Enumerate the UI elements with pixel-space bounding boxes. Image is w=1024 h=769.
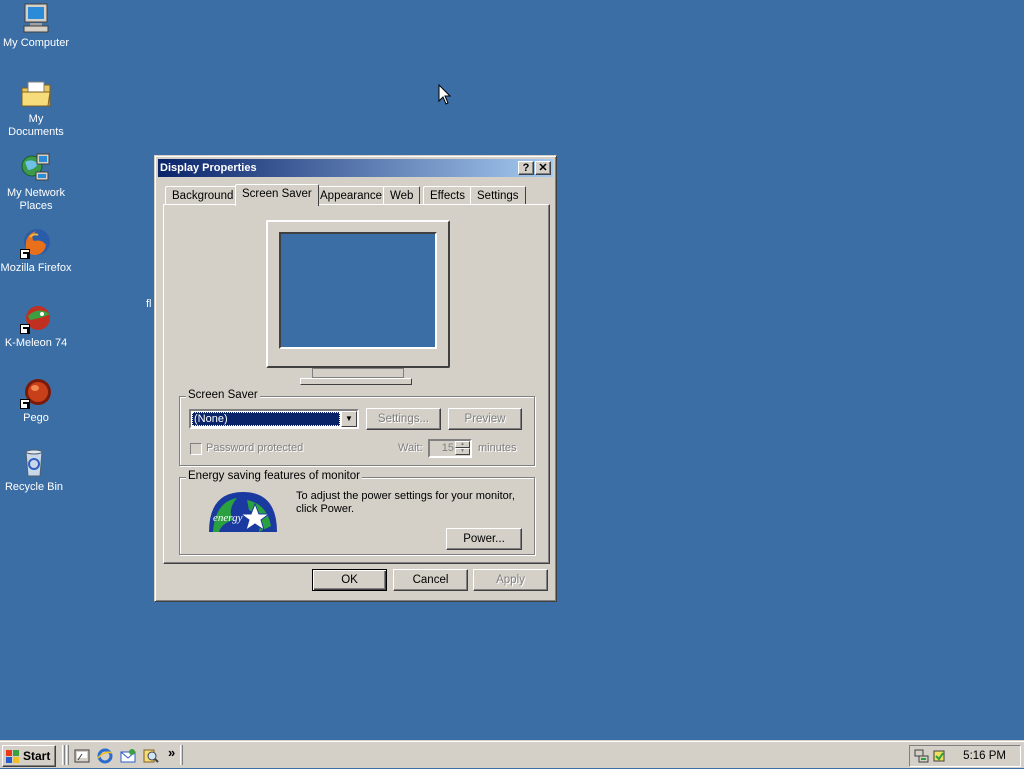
stray-desktop-text: fl xyxy=(146,298,152,310)
wait-minutes-value: 15 xyxy=(441,442,454,454)
firefox-icon xyxy=(20,227,52,259)
minutes-label: minutes xyxy=(478,442,517,454)
power-button[interactable]: Power... xyxy=(446,528,522,550)
monitor-preview-screen xyxy=(279,232,437,349)
desktop-icon-my-computer[interactable]: My Computer xyxy=(0,2,72,50)
taskbar: Start » 5:16 PM xyxy=(0,740,1024,768)
taskbar-grip[interactable] xyxy=(180,745,183,765)
monitor-preview xyxy=(266,220,450,368)
preview-button[interactable]: Preview xyxy=(448,408,522,430)
tab-appearance[interactable]: Appearance xyxy=(313,186,390,205)
mouse-cursor-icon xyxy=(438,83,452,106)
window-title: Display Properties xyxy=(160,162,257,174)
screen-saver-select[interactable]: (None) ▼ xyxy=(189,409,359,429)
desktop-icon-pego[interactable]: Pego xyxy=(0,377,72,425)
windows-logo-icon xyxy=(6,749,20,763)
energy-star-logo-text: energy xyxy=(213,512,243,524)
tab-screen-saver[interactable]: Screen Saver xyxy=(235,184,319,206)
close-button[interactable]: ✕ xyxy=(535,161,551,175)
desktop-icon-label: Pego xyxy=(23,412,49,424)
stepper-arrows[interactable]: ▲ ▼ xyxy=(455,441,470,456)
screen-saver-group-label: Screen Saver xyxy=(186,389,260,401)
k-meleon-icon xyxy=(20,302,52,334)
password-protected-label: Password protected xyxy=(206,442,304,454)
shortcut-arrow-icon xyxy=(20,399,30,409)
taskbar-grip[interactable] xyxy=(66,745,69,765)
desktop-icon-recycle-bin[interactable]: Recycle Bin xyxy=(0,446,70,494)
tab-effects[interactable]: Effects xyxy=(423,186,472,205)
stepper-down-icon[interactable]: ▼ xyxy=(455,448,470,455)
ok-button[interactable]: OK xyxy=(312,569,387,591)
my-documents-icon xyxy=(20,78,52,110)
show-desktop-icon[interactable] xyxy=(74,748,90,764)
shortcut-arrow-icon xyxy=(20,324,30,334)
chevron-down-icon[interactable]: ▼ xyxy=(341,411,357,427)
energy-saving-group: Energy saving features of monitor energy… xyxy=(179,470,535,555)
energy-star-logo: energy xyxy=(207,490,279,534)
tab-web[interactable]: Web xyxy=(383,186,421,205)
desktop-icon-my-network-places[interactable]: My Network Places xyxy=(0,152,72,213)
screen-saver-selected-value: (None) xyxy=(192,412,340,426)
energy-description: To adjust the power settings for your mo… xyxy=(296,490,515,515)
monitor-stand-base xyxy=(300,378,412,385)
energy-saving-group-label: Energy saving features of monitor xyxy=(186,470,362,482)
desktop-icon-label: Mozilla Firefox xyxy=(0,262,72,274)
display-properties-window: Display Properties ? ✕ Background Screen… xyxy=(154,155,557,602)
search-icon[interactable] xyxy=(143,748,159,764)
desktop-icon-label-line2: Places xyxy=(19,200,53,212)
taskbar-grip[interactable] xyxy=(62,745,65,765)
wait-label: Wait: xyxy=(398,442,423,454)
desktop-icon-mozilla-firefox[interactable]: Mozilla Firefox xyxy=(0,227,72,275)
wait-minutes-stepper[interactable]: 15 ▲ ▼ xyxy=(428,439,472,458)
volume-icon[interactable] xyxy=(932,748,948,764)
password-protected-checkbox[interactable] xyxy=(190,443,202,455)
start-button[interactable]: Start xyxy=(2,745,56,767)
window-titlebar[interactable]: Display Properties ? ✕ xyxy=(158,159,553,177)
my-computer-icon xyxy=(20,2,52,34)
monitor-stand-neck xyxy=(312,368,404,378)
apply-button[interactable]: Apply xyxy=(473,569,548,591)
stepper-up-icon[interactable]: ▲ xyxy=(455,441,470,448)
cancel-button[interactable]: Cancel xyxy=(393,569,468,591)
start-label: Start xyxy=(23,749,51,763)
tab-settings[interactable]: Settings xyxy=(470,186,526,205)
screen-saver-group: Screen Saver (None) ▼ Settings... Previe… xyxy=(179,389,535,466)
tab-background[interactable]: Background xyxy=(165,186,241,205)
outlook-express-icon[interactable] xyxy=(120,748,136,764)
desktop-icon-label: My Computer xyxy=(2,37,70,49)
my-network-places-icon xyxy=(20,152,52,184)
desktop-icon-label: K-Meleon 74 xyxy=(4,337,68,349)
recycle-bin-icon xyxy=(18,446,50,478)
pego-icon xyxy=(20,377,52,409)
desktop-icon-label: My Documents xyxy=(8,113,64,138)
desktop-icon-my-documents[interactable]: My Documents xyxy=(0,78,72,139)
internet-explorer-icon[interactable] xyxy=(97,748,113,764)
screen-saver-panel: Screen Saver (None) ▼ Settings... Previe… xyxy=(163,204,550,564)
desktop-icon-k-meleon[interactable]: K-Meleon 74 xyxy=(0,302,72,350)
quick-launch-more-icon[interactable]: » xyxy=(168,745,175,760)
shortcut-arrow-icon xyxy=(20,249,30,259)
desktop-icon-label: Recycle Bin xyxy=(4,481,64,493)
network-status-icon[interactable] xyxy=(914,748,930,764)
system-tray: 5:16 PM xyxy=(909,745,1021,767)
clock[interactable]: 5:16 PM xyxy=(963,750,1006,762)
help-button[interactable]: ? xyxy=(518,161,534,175)
desktop-icon-label: My Network xyxy=(6,187,66,199)
settings-button[interactable]: Settings... xyxy=(366,408,441,430)
